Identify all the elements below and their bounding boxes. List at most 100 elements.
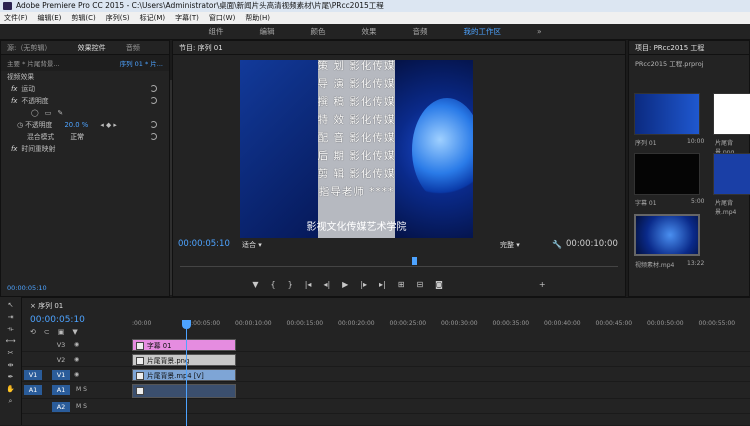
timeline-toggles[interactable]: ⟲⊂▣▼ xyxy=(30,328,86,336)
time-ruler[interactable]: :00:00 00:00:05:00 00:00:10:00 00:00:15:… xyxy=(132,320,750,332)
tab-effect-controls[interactable]: 效果控件 xyxy=(78,44,106,52)
track-eye-icon[interactable]: ◉ xyxy=(74,371,79,378)
hand-tool-icon[interactable]: ✋ xyxy=(6,385,16,393)
thumb-png[interactable] xyxy=(713,93,750,135)
monitor-scrubber[interactable] xyxy=(180,257,618,267)
tab-audio[interactable]: 音频 xyxy=(126,44,140,52)
sequence-clip[interactable]: 序列 01 * 片... xyxy=(120,58,163,68)
mark-in-icon[interactable]: { xyxy=(271,280,276,289)
resolution-select[interactable]: 完整 ▾ xyxy=(500,240,520,250)
menu-clip[interactable]: 剪辑(C) xyxy=(71,12,95,24)
stopwatch-icon[interactable]: ◷ xyxy=(17,121,23,129)
go-to-out-icon[interactable]: ▸| xyxy=(379,280,386,289)
add-button-icon[interactable]: + xyxy=(539,280,546,289)
thumb-sequence[interactable] xyxy=(634,93,700,135)
item-name: 视频素材.mp4 xyxy=(635,260,674,269)
effect-controls-timecode[interactable]: 00:00:05:10 xyxy=(7,284,47,292)
tab-project[interactable]: 项目: PRcc2015 工程 xyxy=(635,44,704,52)
track-target[interactable]: V3 xyxy=(52,340,70,350)
zoom-select[interactable]: 适合 ▾ xyxy=(242,240,262,250)
menu-marker[interactable]: 标记(M) xyxy=(140,12,166,24)
playhead-marker[interactable] xyxy=(412,257,417,265)
keyframe-nav-icon[interactable]: ◂ ◆ ▸ xyxy=(100,121,116,129)
track-target[interactable]: A2 xyxy=(52,402,70,412)
menu-file[interactable]: 文件(F) xyxy=(4,12,28,24)
source-patch-a1[interactable]: A1 xyxy=(24,385,42,395)
thumb-title[interactable] xyxy=(634,153,700,195)
ruler-tick: 00:00:50:00 xyxy=(647,320,699,332)
rate-stretch-tool-icon[interactable]: ⟷ xyxy=(6,337,16,345)
clip-mp4[interactable]: 片尾背景.mp4 [V] xyxy=(132,369,236,381)
effect-motion[interactable]: fx运动 xyxy=(1,83,169,95)
timeline-playhead-line[interactable] xyxy=(186,320,187,426)
workspace-assembly[interactable]: 组件 xyxy=(208,26,223,37)
workspace-effects[interactable]: 效果 xyxy=(361,26,376,37)
ellipse-mask-icon[interactable]: ◯ xyxy=(31,109,39,117)
playhead-timecode[interactable]: 00:00:05:10 xyxy=(178,239,230,249)
viewer-footer-text: 影视文化传媒艺术学院 xyxy=(240,218,473,238)
reset-icon[interactable] xyxy=(150,121,157,128)
effect-time-remap[interactable]: fx时间重映射 xyxy=(1,143,169,155)
menu-help[interactable]: 帮助(H) xyxy=(245,12,270,24)
track-target[interactable]: V2 xyxy=(52,355,70,365)
mute-solo-icon[interactable]: M S xyxy=(76,403,87,410)
chevron-down-icon: ▾ xyxy=(258,241,262,249)
menu-edit[interactable]: 编辑(E) xyxy=(38,12,62,24)
pen-mask-icon[interactable]: ✎ xyxy=(57,109,63,117)
ruler-tick: 00:00:05:00 xyxy=(184,320,236,332)
go-to-in-icon[interactable]: |◂ xyxy=(305,280,312,289)
ripple-edit-tool-icon[interactable]: ⟛ xyxy=(6,325,16,333)
marker-icon[interactable]: ▼ xyxy=(252,280,258,289)
master-clip[interactable]: 主要 * 片尾背景... xyxy=(7,58,60,68)
extract-icon[interactable]: ⊟ xyxy=(416,280,423,289)
source-patch-v1[interactable]: V1 xyxy=(24,370,42,380)
menu-sequence[interactable]: 序列(S) xyxy=(106,12,130,24)
thumb-video[interactable] xyxy=(634,214,700,256)
lift-icon[interactable]: ⊞ xyxy=(398,280,405,289)
program-viewer[interactable]: 策 划 影化传媒 导 演 影化传媒 撰 稿 影化传媒 特 效 影化传媒 配 音 … xyxy=(240,60,473,238)
menu-title[interactable]: 字幕(T) xyxy=(175,12,199,24)
mute-solo-icon[interactable]: M S xyxy=(76,386,87,393)
title-bar: Adobe Premiere Pro CC 2015 - C:\Users\Ad… xyxy=(0,0,750,12)
pen-tool-icon[interactable]: ✒ xyxy=(6,373,16,381)
tab-source[interactable]: 源:（无剪辑） xyxy=(7,44,51,52)
track-target[interactable]: V1 xyxy=(52,370,70,380)
mark-out-icon[interactable]: } xyxy=(288,280,293,289)
reset-icon[interactable] xyxy=(150,133,157,140)
camera-icon[interactable]: ◙ xyxy=(435,280,443,289)
clip-png[interactable]: 片尾背景.png xyxy=(132,354,236,366)
workspace-audio[interactable]: 音频 xyxy=(412,26,427,37)
clip-mp4-label: 片尾背景.mp4 [V] xyxy=(147,372,204,380)
track-target[interactable]: A1 xyxy=(52,385,70,395)
workspace-custom[interactable]: 我的工作区 xyxy=(463,26,501,37)
close-icon[interactable]: × xyxy=(30,302,36,310)
track-eye-icon[interactable]: ◉ xyxy=(74,356,79,363)
play-icon[interactable]: ▶ xyxy=(342,280,348,289)
track-select-tool-icon[interactable]: ⇥ xyxy=(6,313,16,321)
menu-window[interactable]: 窗口(W) xyxy=(209,12,235,24)
opacity-value[interactable]: 20.0 % xyxy=(64,121,88,129)
reset-icon[interactable] xyxy=(150,85,157,92)
thumb-mp4[interactable] xyxy=(713,153,750,195)
workspace-editing[interactable]: 编辑 xyxy=(259,26,274,37)
blend-mode-param: 混合模式 正常 xyxy=(1,131,169,143)
reset-icon[interactable] xyxy=(150,97,157,104)
slip-tool-icon[interactable]: ⇹ xyxy=(6,361,16,369)
effect-opacity[interactable]: fx不透明度 xyxy=(1,95,169,107)
clip-audio[interactable] xyxy=(132,384,236,398)
step-back-icon[interactable]: ◂| xyxy=(323,280,330,289)
razor-tool-icon[interactable]: ✂ xyxy=(6,349,16,357)
tab-sequence[interactable]: × 序列 01 xyxy=(30,301,63,311)
selection-tool-icon[interactable]: ↖ xyxy=(6,301,16,309)
rect-mask-icon[interactable]: ▭ xyxy=(45,109,51,117)
workspace-color[interactable]: 颜色 xyxy=(310,26,325,37)
workspace-more-button[interactable]: » xyxy=(537,27,542,36)
clip-title[interactable]: 字幕 01 xyxy=(132,339,236,351)
timeline-timecode[interactable]: 00:00:05:10 xyxy=(30,315,85,325)
wrench-icon[interactable]: 🔧 xyxy=(552,240,562,249)
track-eye-icon[interactable]: ◉ xyxy=(74,341,79,348)
step-forward-icon[interactable]: |▸ xyxy=(360,280,367,289)
zoom-tool-icon[interactable]: ⌕ xyxy=(6,397,16,405)
tab-program[interactable]: 节目: 序列 01 xyxy=(179,44,223,52)
blend-mode-select[interactable]: 正常 xyxy=(70,133,84,141)
